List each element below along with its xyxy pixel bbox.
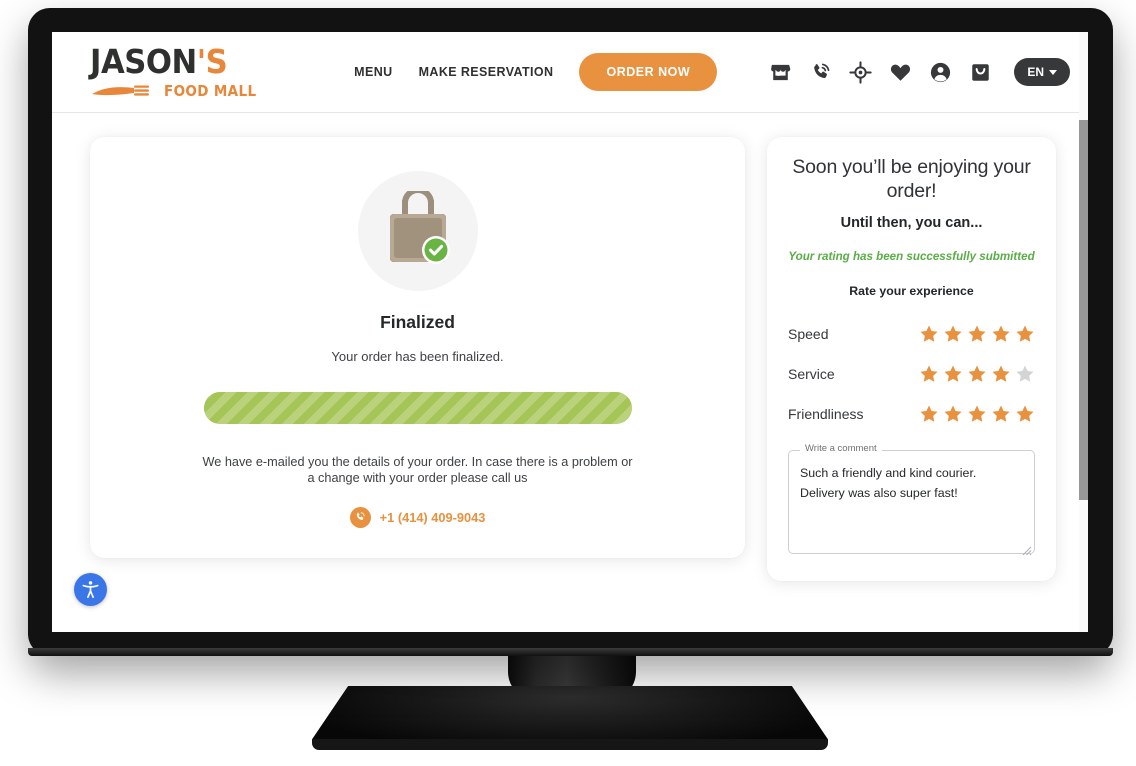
rating-criterion-label: Friendliness (788, 405, 864, 422)
star-icon[interactable] (919, 324, 939, 344)
shopping-bag-icon[interactable] (969, 61, 992, 84)
nav-item-make-reservation[interactable]: MAKE RESERVATION (419, 65, 554, 79)
star-icon[interactable] (943, 324, 963, 344)
comment-field-legend: Write a comment (800, 442, 882, 454)
shopping-bag-check-icon (389, 191, 450, 264)
star-icon[interactable] (1015, 404, 1035, 424)
order-progress-bar (203, 392, 632, 424)
rating-stars-service[interactable] (919, 364, 1035, 384)
browser-viewport: JASON'S FOOD MALL MENU MAKE RESERVATION … (52, 32, 1088, 632)
star-icon[interactable] (919, 364, 939, 384)
star-icon[interactable] (967, 364, 987, 384)
star-icon[interactable] (991, 404, 1011, 424)
comment-field-wrapper: Write a comment (788, 442, 1035, 559)
heart-icon[interactable] (889, 61, 912, 84)
page-scrollbar-thumb[interactable] (1079, 120, 1088, 500)
rating-criterion-label: Service (788, 365, 835, 382)
logo-subline: FOOD MALL (90, 82, 280, 100)
phone-call-icon[interactable] (809, 61, 832, 84)
logo-word-text: JASON (90, 41, 197, 81)
star-icon[interactable] (991, 324, 1011, 344)
site-logo[interactable]: JASON'S FOOD MALL (90, 45, 280, 100)
order-email-note: We have e-mailed you the details of your… (202, 455, 633, 486)
account-icon[interactable] (929, 61, 952, 84)
fork-icon (92, 85, 149, 96)
rating-row-service: Service (788, 354, 1035, 394)
star-icon[interactable] (919, 404, 939, 424)
rating-criteria-list: Speed Service Friendliness (788, 314, 1035, 434)
order-status-subtitle: Your order has been finalized. (331, 349, 504, 364)
page-body: Finalized Your order has been finalized.… (52, 113, 1088, 632)
store-icon[interactable] (769, 61, 792, 84)
rating-card: Soon you’ll be enjoying your order! Unti… (767, 137, 1056, 581)
language-label: EN (1027, 65, 1044, 79)
star-icon[interactable] (991, 364, 1011, 384)
language-selector[interactable]: EN (1014, 58, 1070, 86)
phone-glyph-icon (356, 512, 365, 520)
monitor-stand-foot (312, 739, 828, 750)
monitor-bezel-bottom-edge (28, 648, 1113, 656)
chevron-down-icon (1049, 69, 1057, 75)
order-status-title: Finalized (380, 312, 455, 332)
star-icon[interactable] (943, 404, 963, 424)
phone-call-icon (349, 506, 371, 528)
accessibility-icon (82, 581, 99, 599)
logo-wordmark: JASON'S (90, 45, 267, 78)
logo-apostrophe: 'S (196, 41, 228, 81)
rating-stars-speed[interactable] (919, 324, 1035, 344)
location-target-icon[interactable] (849, 60, 872, 84)
page-scrollbar-track[interactable] (1079, 32, 1088, 632)
monitor-scene: JASON'S FOOD MALL MENU MAKE RESERVATION … (0, 0, 1136, 766)
accessibility-button[interactable] (74, 573, 107, 606)
star-icon[interactable] (943, 364, 963, 384)
comment-textarea[interactable] (788, 449, 1035, 554)
rating-stars-friendliness[interactable] (919, 404, 1035, 424)
rating-subheading: Until then, you can... (840, 215, 983, 232)
support-phone-link[interactable]: +1 (414) 409-9043 (349, 506, 486, 528)
order-status-card: Finalized Your order has been finalized.… (90, 137, 745, 558)
site-header: JASON'S FOOD MALL MENU MAKE RESERVATION … (52, 32, 1088, 113)
rating-criterion-label: Speed (788, 325, 829, 342)
logo-subtitle: FOOD MALL (164, 81, 257, 100)
rating-row-speed: Speed (788, 314, 1035, 354)
rating-success-message: Your rating has been successfully submit… (788, 250, 1035, 264)
star-icon[interactable] (1015, 364, 1035, 384)
star-icon[interactable] (967, 324, 987, 344)
star-icon[interactable] (1015, 324, 1035, 344)
rating-section-label: Rate your experience (849, 283, 974, 298)
primary-navigation: MENU MAKE RESERVATION ORDER NOW (310, 53, 761, 91)
order-progress-fill (203, 392, 632, 424)
star-icon[interactable] (967, 404, 987, 424)
nav-item-menu[interactable]: MENU (354, 65, 392, 79)
rating-row-friendliness: Friendliness (788, 394, 1035, 434)
order-now-button[interactable]: ORDER NOW (579, 53, 718, 91)
support-phone-number: +1 (414) 409-9043 (379, 509, 486, 525)
header-icon-group: EN (769, 58, 1070, 86)
rating-heading: Soon you’ll be enjoying your order! (792, 156, 1031, 203)
order-status-illustration (357, 171, 478, 291)
